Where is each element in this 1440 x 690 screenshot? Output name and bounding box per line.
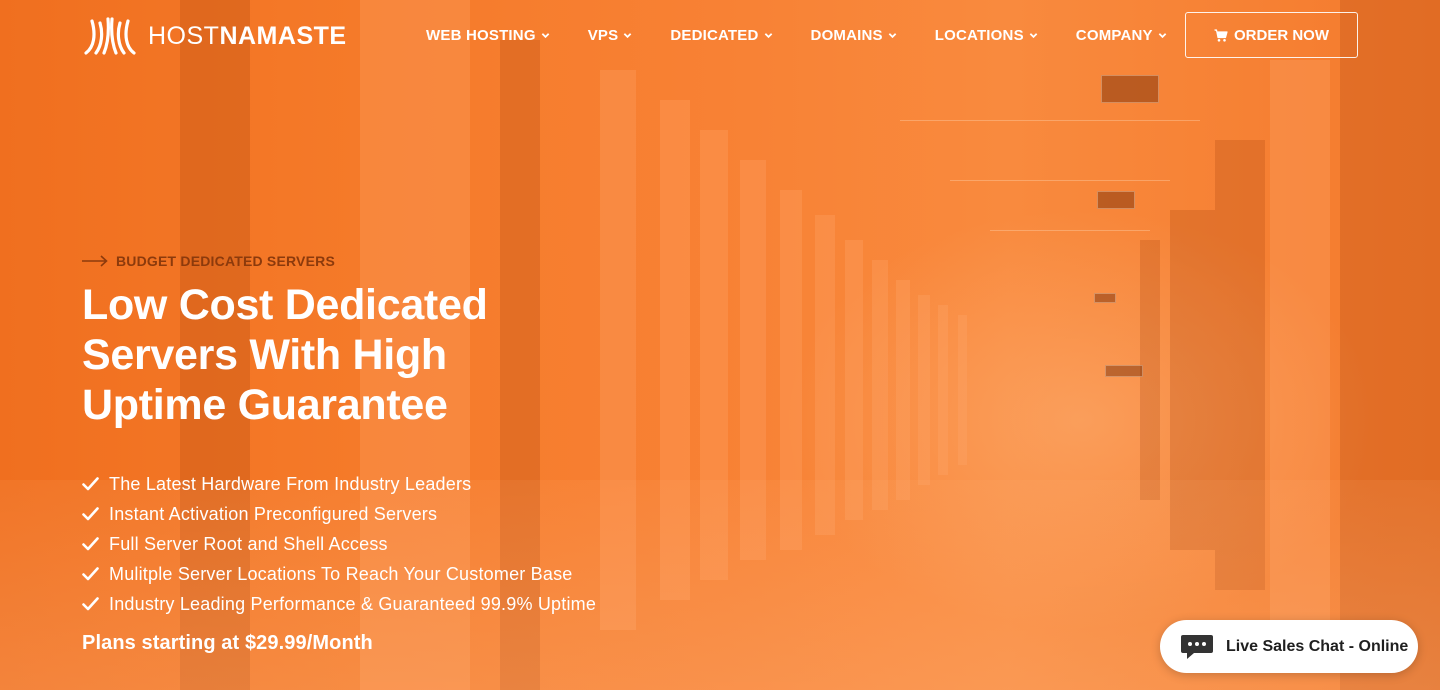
feature-text: Full Server Root and Shell Access (109, 533, 388, 554)
nav-item-label: COMPANY (1075, 26, 1153, 44)
feature-text: Instant Activation Preconfigured Servers (109, 503, 438, 524)
feature-text: Mulitple Server Locations To Reach Your … (109, 563, 573, 584)
order-now-button[interactable]: ORDER NOW (1185, 12, 1358, 58)
nav-item-company[interactable]: COMPANY (1076, 24, 1167, 46)
hero-eyebrow-label: BUDGET DEDICATED SERVERS (116, 253, 335, 269)
arrow-right-icon (82, 255, 108, 267)
nav-item-locations[interactable]: LOCATIONS (935, 24, 1038, 46)
check-icon (82, 567, 99, 581)
chevron-down-icon (1029, 32, 1038, 38)
headline-line: Servers With High (82, 331, 447, 379)
nav-item-label: DEDICATED (670, 26, 759, 44)
feature-list: The Latest Hardware From Industry Leader… (82, 469, 596, 619)
check-icon (82, 507, 99, 521)
brand-logo[interactable]: HOSTNAMASTE (82, 17, 347, 55)
brand-name-bold: NAMASTE (219, 21, 347, 50)
feature-text: Industry Leading Performance & Guarantee… (109, 593, 597, 614)
hero-eyebrow: BUDGET DEDICATED SERVERS (82, 253, 335, 269)
cart-icon (1214, 28, 1228, 42)
nav-item-label: LOCATIONS (934, 26, 1024, 44)
headline-line: Low Cost Dedicated (82, 281, 488, 329)
brand-name: HOSTNAMASTE (148, 22, 347, 51)
nav-item-label: DOMAINS (810, 26, 883, 44)
headline-line: Uptime Guarantee (82, 381, 448, 429)
brand-name-light: HOST (148, 21, 220, 50)
nav-item-vps[interactable]: VPS (588, 24, 633, 46)
site-header: HOSTNAMASTE WEB HOSTING VPS DEDICATED DO… (0, 0, 1440, 70)
check-icon (82, 597, 99, 611)
live-chat-label: Live Sales Chat - Online (1226, 637, 1409, 655)
check-icon (82, 537, 99, 551)
lotus-hands-logo-icon (84, 17, 136, 55)
main-nav: WEB HOSTING VPS DEDICATED DOMAINS LOCATI… (426, 24, 1205, 46)
feature-text: The Latest Hardware From Industry Leader… (109, 473, 472, 494)
chevron-down-icon (1158, 32, 1167, 38)
feature-item: The Latest Hardware From Industry Leader… (82, 469, 596, 499)
nav-item-label: WEB HOSTING (426, 26, 536, 44)
chat-bubble-icon (1181, 634, 1213, 659)
check-icon (82, 477, 99, 491)
chevron-down-icon (888, 32, 897, 38)
feature-item: Mulitple Server Locations To Reach Your … (82, 559, 596, 589)
nav-item-dedicated[interactable]: DEDICATED (670, 24, 772, 46)
order-now-label: ORDER NOW (1234, 26, 1329, 44)
nav-item-domains[interactable]: DOMAINS (811, 24, 897, 46)
live-chat-widget[interactable]: Live Sales Chat - Online (1160, 620, 1418, 673)
feature-item: Instant Activation Preconfigured Servers (82, 499, 596, 529)
chevron-down-icon (541, 32, 549, 38)
chevron-down-icon (624, 32, 632, 38)
nav-item-label: VPS (587, 26, 619, 44)
feature-item: Industry Leading Performance & Guarantee… (82, 589, 596, 619)
nav-item-web-hosting[interactable]: WEB HOSTING (426, 24, 550, 46)
hero-headline: Low Cost Dedicated Servers With High Upt… (82, 280, 602, 430)
plans-starting-price: Plans starting at $29.99/Month (82, 632, 373, 654)
feature-item: Full Server Root and Shell Access (82, 529, 596, 559)
chevron-down-icon (764, 32, 772, 38)
